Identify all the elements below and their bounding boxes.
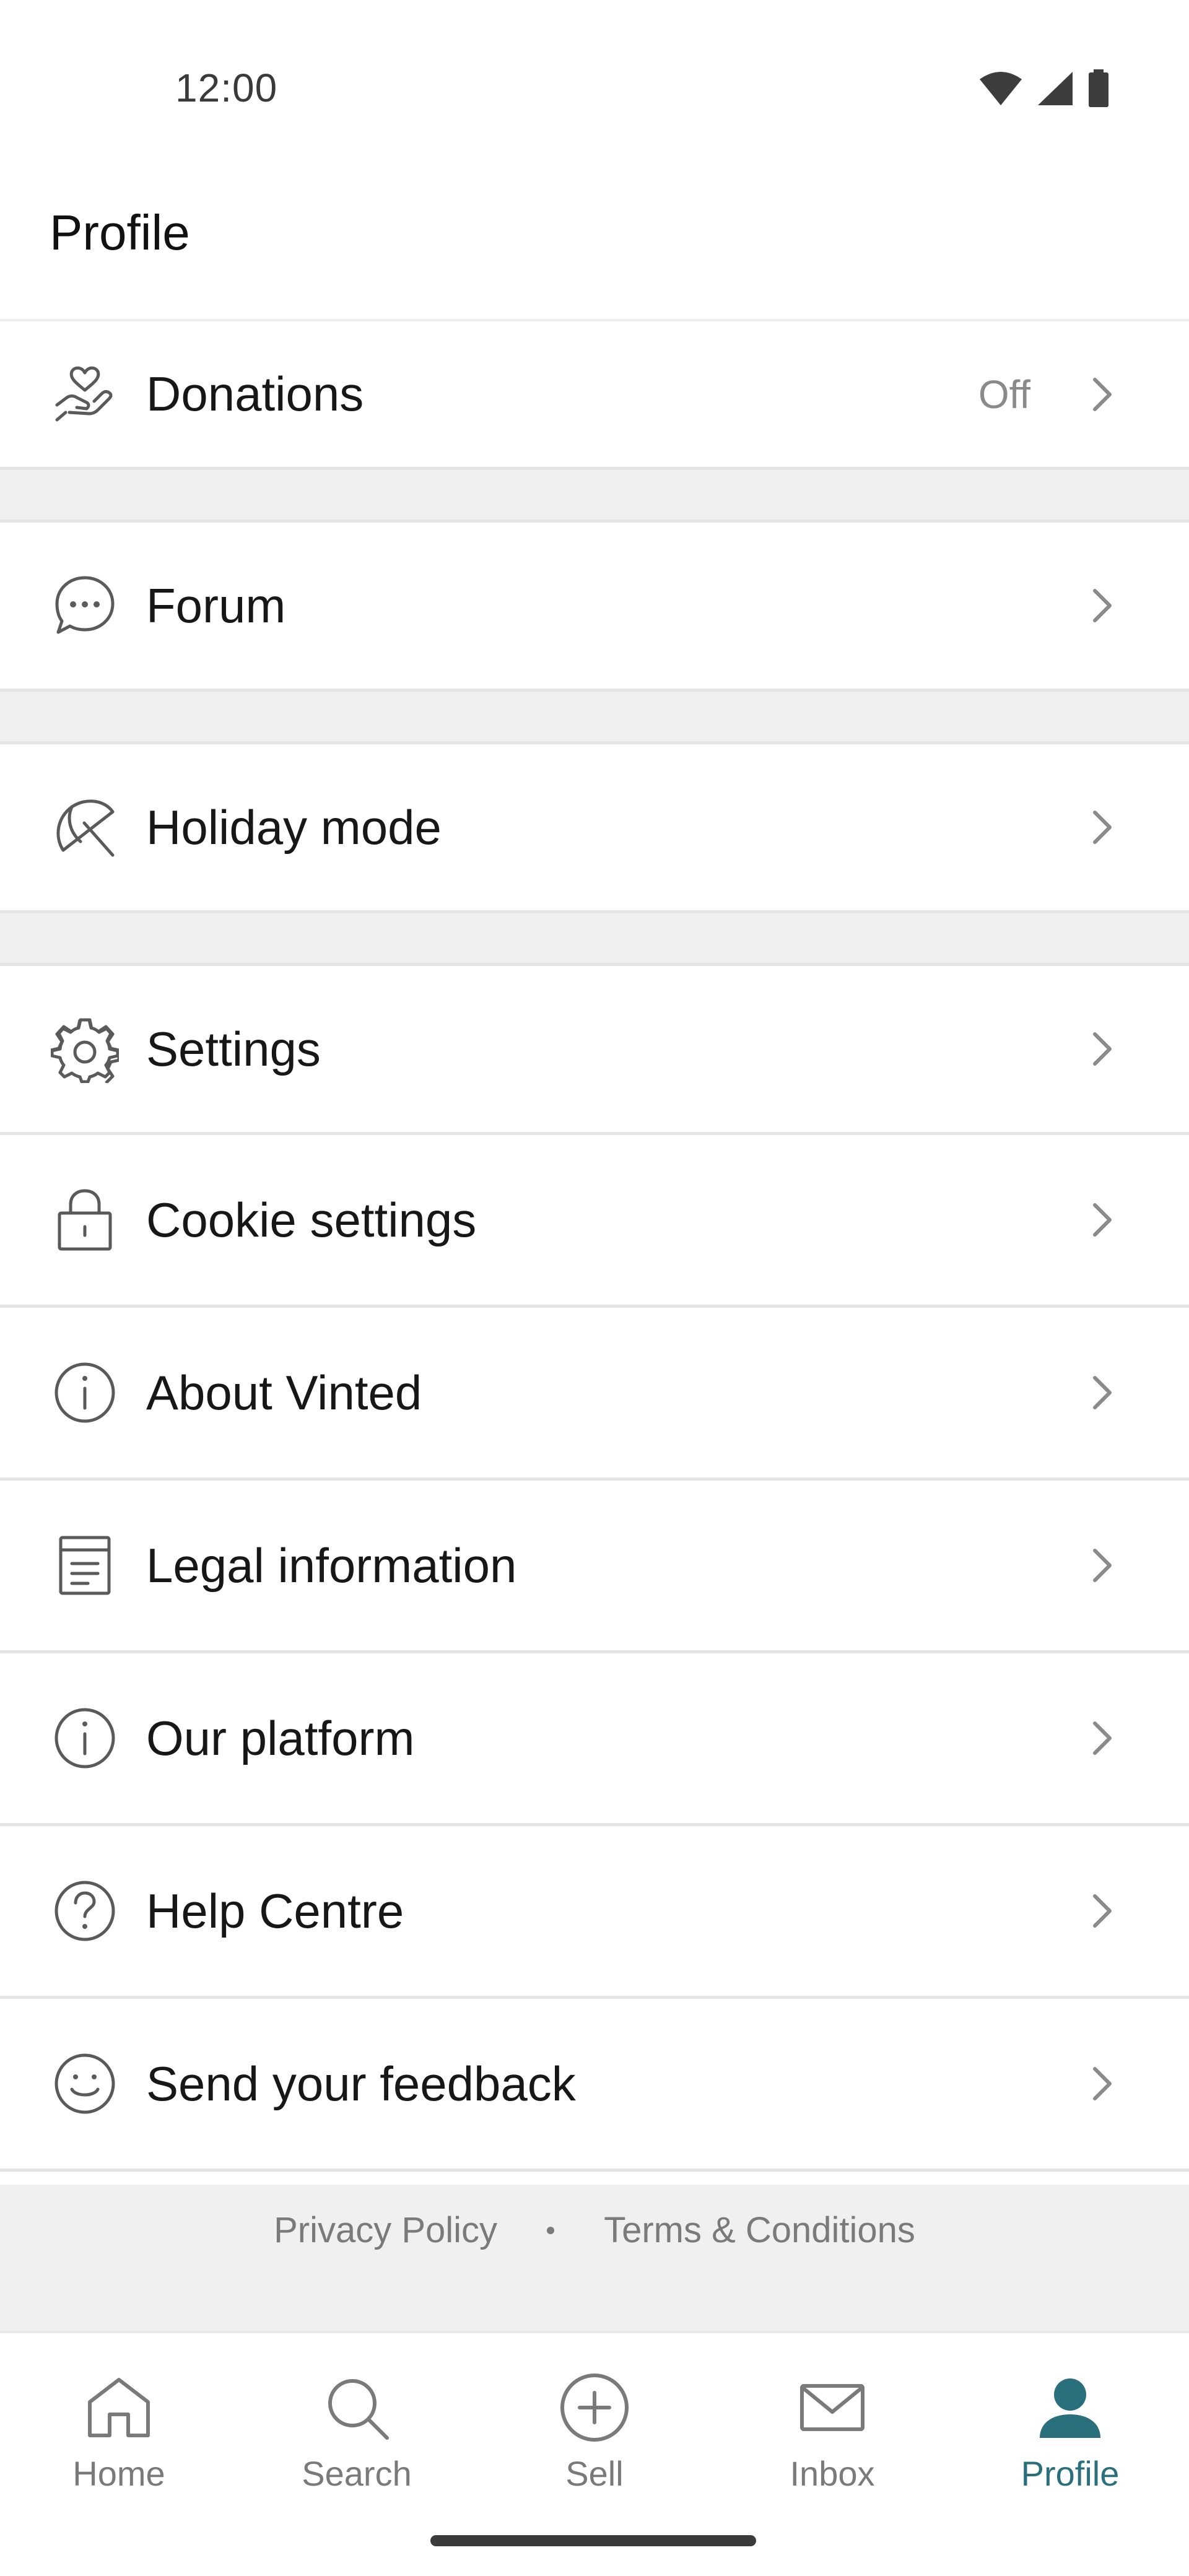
search-icon: [320, 2370, 394, 2445]
menu-item-label: Cookie settings: [146, 1192, 477, 1247]
menu-item-label: Send your feedback: [146, 2056, 576, 2111]
plus-circle-icon: [557, 2370, 632, 2445]
section-separator: [0, 913, 1189, 963]
chevron-right-icon: [1084, 2065, 1121, 2102]
status-bar: 12:00: [0, 0, 1189, 180]
footer-separator-dot: [547, 2226, 555, 2234]
chevron-right-icon: [1084, 1374, 1121, 1411]
menu-item-label: Forum: [146, 578, 286, 633]
footer-links: Privacy Policy Terms & Conditions: [0, 2209, 1189, 2251]
wifi-icon: [978, 71, 1023, 110]
menu-item-label: About Vinted: [146, 1365, 422, 1420]
menu-item-label: Donations: [146, 367, 364, 421]
gear-icon: [51, 1015, 119, 1083]
home-indicator[interactable]: [430, 2535, 756, 2546]
chevron-right-icon: [1084, 809, 1121, 846]
menu-item-label: Legal information: [146, 1538, 517, 1593]
section-separator: [0, 692, 1189, 741]
menu-item-settings[interactable]: Settings: [0, 963, 1189, 1135]
smiley-icon: [51, 2050, 119, 2118]
info-icon: [51, 1359, 119, 1427]
menu-item-our-platform[interactable]: Our platform: [0, 1653, 1189, 1826]
section-separator: [0, 470, 1189, 520]
donations-status: Off: [978, 372, 1030, 417]
menu-item-send-feedback[interactable]: Send your feedback: [0, 1999, 1189, 2172]
footer: Privacy Policy Terms & Conditions: [0, 2185, 1189, 2331]
battery-icon: [1087, 69, 1110, 111]
status-icons: [978, 69, 1110, 111]
menu-item-label: Holiday mode: [146, 799, 442, 855]
umbrella-icon: [51, 793, 119, 861]
chevron-right-icon: [1084, 1892, 1121, 1930]
menu-item-holiday-mode[interactable]: Holiday mode: [0, 741, 1189, 913]
tab-inbox[interactable]: Inbox: [713, 2370, 951, 2513]
tab-sell[interactable]: Sell: [476, 2370, 713, 2513]
menu-item-help-centre[interactable]: Help Centre: [0, 1826, 1189, 1999]
envelope-icon: [795, 2370, 869, 2445]
question-icon: [51, 1877, 119, 1945]
menu-item-forum[interactable]: Forum: [0, 520, 1189, 692]
privacy-policy-link[interactable]: Privacy Policy: [274, 2209, 497, 2251]
bottom-tab-bar: Home Search Sell Inbox Profile: [0, 2331, 1189, 2576]
tab-label: Search: [302, 2454, 412, 2493]
status-time: 12:00: [175, 66, 278, 110]
chevron-right-icon: [1084, 587, 1121, 624]
document-icon: [51, 1531, 119, 1599]
menu-item-label: Help Centre: [146, 1883, 404, 1938]
home-icon: [82, 2370, 156, 2445]
chevron-right-icon: [1084, 376, 1121, 413]
terms-conditions-link[interactable]: Terms & Conditions: [604, 2209, 915, 2251]
menu-item-label: Settings: [146, 1021, 321, 1076]
tab-label: Inbox: [790, 2454, 875, 2493]
chat-bubble-icon: [51, 572, 119, 640]
signal-icon: [1037, 71, 1074, 110]
profile-menu: Donations Off Forum Holiday mode Setting…: [0, 319, 1189, 2172]
page-title: Profile: [50, 205, 190, 260]
tab-label: Profile: [1021, 2454, 1120, 2493]
tab-search[interactable]: Search: [238, 2370, 476, 2513]
hand-heart-icon: [51, 360, 119, 429]
person-icon: [1033, 2370, 1107, 2445]
menu-item-label: Our platform: [146, 1710, 415, 1765]
tab-label: Sell: [565, 2454, 624, 2493]
chevron-right-icon: [1084, 1547, 1121, 1584]
tab-profile[interactable]: Profile: [951, 2370, 1189, 2513]
chevron-right-icon: [1084, 1201, 1121, 1238]
lock-icon: [51, 1186, 119, 1254]
info-icon: [51, 1704, 119, 1772]
chevron-right-icon: [1084, 1720, 1121, 1757]
menu-item-about-vinted[interactable]: About Vinted: [0, 1308, 1189, 1481]
menu-item-cookie-settings[interactable]: Cookie settings: [0, 1135, 1189, 1308]
menu-item-donations[interactable]: Donations Off: [0, 319, 1189, 470]
menu-item-legal-information[interactable]: Legal information: [0, 1481, 1189, 1653]
tab-home[interactable]: Home: [0, 2370, 238, 2513]
chevron-right-icon: [1084, 1030, 1121, 1068]
tab-label: Home: [72, 2454, 165, 2493]
